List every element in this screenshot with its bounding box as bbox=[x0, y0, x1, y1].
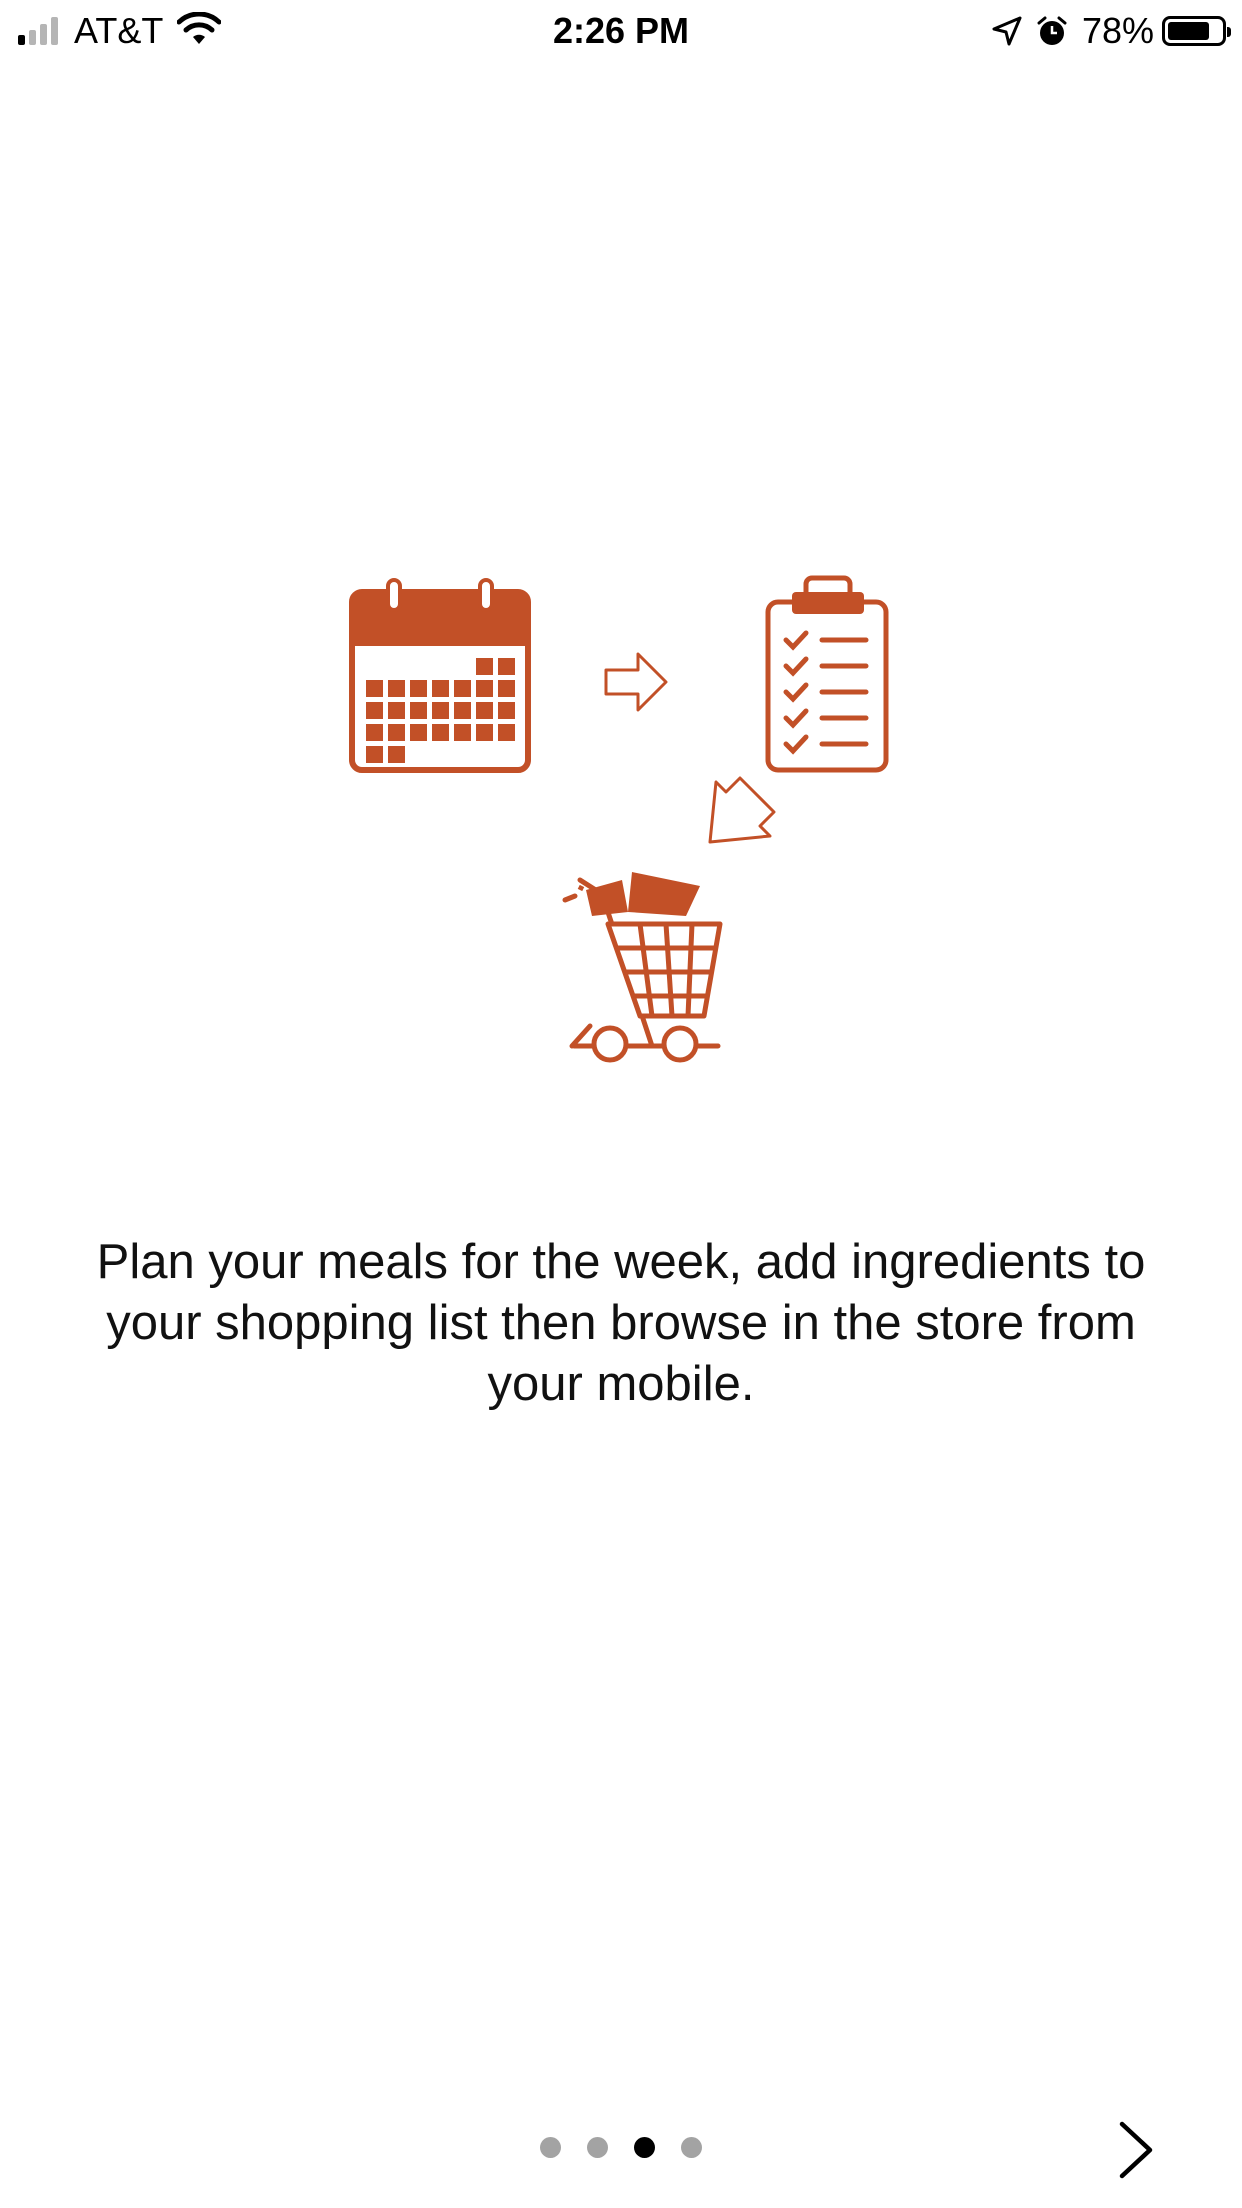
alarm-icon bbox=[1036, 15, 1068, 47]
clipboard-checklist-icon bbox=[765, 575, 889, 773]
meal-plan-illustration bbox=[349, 575, 889, 1063]
chevron-right-icon bbox=[1119, 2121, 1153, 2179]
location-arrow-icon bbox=[992, 16, 1022, 46]
battery-level-fill bbox=[1168, 22, 1209, 40]
battery-icon bbox=[1162, 16, 1231, 46]
shopping-cart-icon bbox=[562, 872, 723, 1063]
battery-percent: 78% bbox=[1081, 10, 1154, 51]
page-indicator[interactable] bbox=[540, 2137, 728, 2158]
calendar-icon bbox=[349, 578, 531, 773]
status-bar: AT&T 2:26 PM 78% bbox=[0, 0, 1242, 60]
page-dot-2[interactable] bbox=[587, 2137, 608, 2158]
arrow-down-left-icon bbox=[708, 776, 776, 844]
onboarding-description: Plan your meals for the week, add ingred… bbox=[96, 1235, 1146, 1411]
status-right: 78% bbox=[978, 10, 1231, 52]
page-dot-1[interactable] bbox=[540, 2137, 561, 2158]
page-dot-3[interactable] bbox=[634, 2137, 655, 2158]
next-button[interactable] bbox=[1100, 2112, 1172, 2188]
clipped-heading-text bbox=[150, 1116, 1090, 1140]
arrow-right-icon bbox=[604, 652, 668, 712]
page-dot-4[interactable] bbox=[681, 2137, 702, 2158]
